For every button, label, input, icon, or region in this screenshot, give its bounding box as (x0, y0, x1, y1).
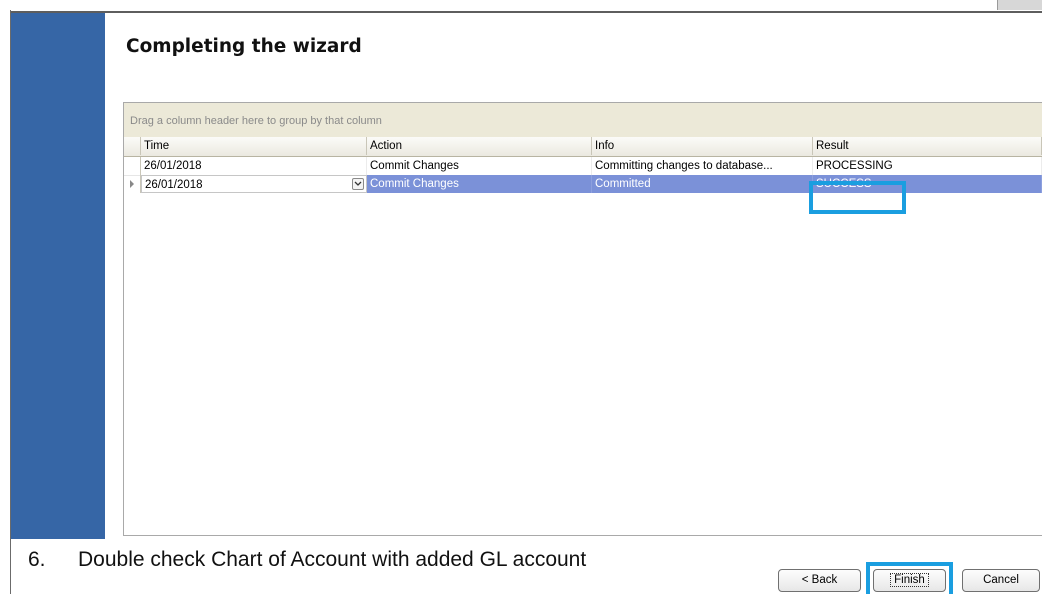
page-title: Completing the wizard (126, 36, 362, 57)
table-row[interactable]: 26/01/2018 Commit Changes Committing cha… (124, 157, 1042, 176)
chevron-down-icon[interactable] (352, 178, 364, 190)
step-number: 6. (28, 548, 46, 571)
row-pointer-icon (130, 180, 134, 188)
cancel-button[interactable]: Cancel (962, 569, 1040, 592)
wizard-sidebar (11, 13, 105, 539)
column-header-time[interactable]: Time (141, 137, 367, 155)
cell-info[interactable]: Committed (592, 175, 813, 193)
cell-time[interactable]: 26/01/2018 (145, 179, 203, 191)
grid-header-row: Time Action Info Result (124, 137, 1042, 157)
cell-result[interactable]: PROCESSING (813, 157, 1042, 175)
cell-time[interactable]: 26/01/2018 (141, 157, 367, 175)
results-grid: Drag a column header here to group by th… (123, 102, 1042, 536)
column-header-result[interactable]: Result (813, 137, 1042, 155)
window-top-border (10, 0, 1042, 13)
row-indicator (124, 157, 141, 175)
group-by-panel[interactable]: Drag a column header here to group by th… (124, 103, 1042, 138)
header-indicator-cell (124, 137, 141, 155)
row-indicator (124, 175, 141, 193)
finish-highlight-box (866, 562, 953, 594)
cell-info[interactable]: Committing changes to database... (592, 157, 813, 175)
back-button[interactable]: < Back (778, 569, 861, 592)
cell-action[interactable]: Commit Changes (367, 175, 592, 193)
cell-time-editor[interactable]: 26/01/2018 (141, 175, 367, 193)
column-header-action[interactable]: Action (367, 137, 592, 155)
cell-action[interactable]: Commit Changes (367, 157, 592, 175)
success-highlight-box (809, 181, 906, 214)
instruction-step: 6. Double check Chart of Account with add… (28, 548, 586, 572)
group-by-hint: Drag a column header here to group by th… (130, 115, 382, 127)
window-controls[interactable] (997, 0, 1042, 10)
step-text: Double check Chart of Account with added… (78, 548, 587, 571)
column-header-info[interactable]: Info (592, 137, 813, 155)
